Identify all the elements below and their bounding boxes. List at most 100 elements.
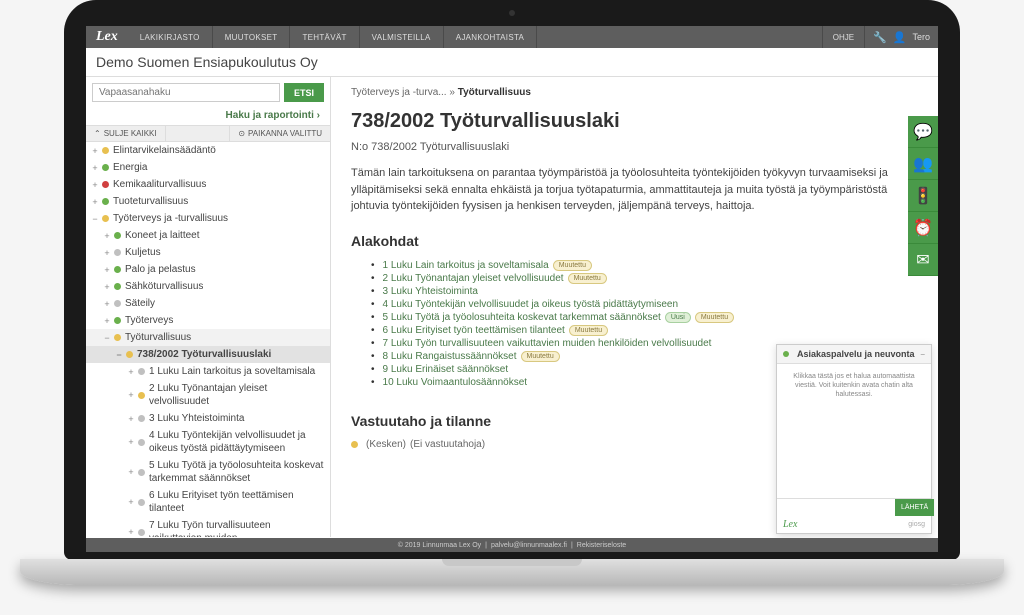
- locate-selected-button[interactable]: ⊙PAIKANNA VALITTU: [229, 126, 330, 141]
- footer-copyright: © 2019 Linnunmaa Lex Oy: [398, 542, 481, 549]
- tree-item-luku7[interactable]: +7 Luku Työn turvallisuuteen vaikuttavie…: [86, 517, 330, 537]
- tree-item-luku3[interactable]: +3 Luku Yhteistoiminta: [86, 410, 330, 427]
- tree-item-luku5[interactable]: +5 Luku Työtä ja työolosuhteita koskevat…: [86, 457, 330, 487]
- alakohdat-heading: Alakohdat: [351, 233, 918, 249]
- minus-icon: −: [102, 333, 112, 343]
- camera-dot: [509, 10, 515, 16]
- traffic-light-icon[interactable]: 🚦: [908, 180, 938, 212]
- user-icon[interactable]: 👤: [893, 31, 907, 44]
- chapter-link[interactable]: •1 Luku Lain tarkoitus ja soveltamisalaM…: [371, 259, 918, 272]
- chat-body-text: Klikkaa tästä jos et halua automaattista…: [777, 364, 931, 498]
- plus-icon: +: [102, 299, 112, 309]
- tree-item-tyoterveys[interactable]: −Työterveys ja -turvallisuus: [86, 210, 330, 227]
- bullet-icon: •: [371, 325, 375, 336]
- nav-ajankohtaista[interactable]: AJANKOHTAISTA: [444, 26, 538, 48]
- plus-icon: +: [126, 437, 136, 447]
- footer-rekisteri[interactable]: Rekisteriseloste: [577, 542, 626, 549]
- chat-provider: giosg: [908, 521, 925, 528]
- tree-item-koneet[interactable]: +Koneet ja laitteet: [86, 227, 330, 244]
- bullet-icon: •: [371, 364, 375, 375]
- chapter-link[interactable]: •3 Luku Yhteistoiminta: [371, 285, 918, 298]
- nav-tehtavat[interactable]: TEHTÄVÄT: [290, 26, 359, 48]
- chapter-label: 10 Luku Voimaantulosäännökset: [383, 377, 528, 388]
- sidebar: ETSI Haku ja raportointi ⌃SULJE KAIKKI ⊙…: [86, 77, 331, 537]
- status-dot: [351, 441, 358, 448]
- plus-icon: +: [126, 497, 136, 507]
- nav-lakikirjasto[interactable]: LAKIKIRJASTO: [128, 26, 213, 48]
- tree-item-tyoturvallisuus[interactable]: −Työturvallisuus: [86, 329, 330, 346]
- nav-muutokset[interactable]: MUUTOKSET: [213, 26, 291, 48]
- chapter-link[interactable]: •2 Luku Työnantajan yleiset velvollisuud…: [371, 272, 918, 285]
- status-dot: [114, 283, 121, 290]
- vastuu-status: (Kesken): [366, 439, 406, 450]
- search-input[interactable]: [92, 83, 280, 102]
- tree-item-kuljetus[interactable]: +Kuljetus: [86, 244, 330, 261]
- chapter-link[interactable]: •5 Luku Työtä ja työolosuhteita koskevat…: [371, 311, 918, 324]
- tree-item-luku1[interactable]: +1 Luku Lain tarkoitus ja soveltamisala: [86, 363, 330, 380]
- status-dot: [126, 351, 133, 358]
- chapter-label: 2 Luku Työnantajan yleiset velvollisuude…: [383, 273, 564, 284]
- plus-icon: +: [126, 414, 136, 424]
- chapter-link[interactable]: •4 Luku Työntekijän velvollisuudet ja oi…: [371, 298, 918, 311]
- haku-raportointi-link[interactable]: Haku ja raportointi: [86, 108, 330, 125]
- tree-item-luku2[interactable]: +2 Luku Työnantajan yleiset velvollisuud…: [86, 380, 330, 410]
- tree-item-sahko[interactable]: +Sähköturvallisuus: [86, 278, 330, 295]
- tree-item-energia[interactable]: +Energia: [86, 159, 330, 176]
- status-dot: [102, 215, 109, 222]
- status-dot: [138, 439, 145, 446]
- mail-icon[interactable]: ✉: [908, 244, 938, 276]
- status-dot: [138, 469, 145, 476]
- collapse-all-button[interactable]: ⌃SULJE KAIKKI: [86, 126, 166, 141]
- status-dot: [114, 249, 121, 256]
- plus-icon: +: [102, 316, 112, 326]
- tree-item-luku6[interactable]: +6 Luku Erityiset työn teettämisen tilan…: [86, 487, 330, 517]
- chat-brand-logo: Lex: [783, 519, 797, 530]
- tree-item-tuote[interactable]: +Tuoteturvallisuus: [86, 193, 330, 210]
- clock-icon[interactable]: ⏰: [908, 212, 938, 244]
- tree-item-738-2002[interactable]: −738/2002 Työturvallisuuslaki: [86, 346, 330, 363]
- chapter-label: 8 Luku Rangaistussäännökset: [383, 351, 517, 362]
- status-dot: [138, 415, 145, 422]
- status-badge: Muutettu: [553, 260, 592, 271]
- chat-input[interactable]: [777, 499, 895, 516]
- plus-icon: +: [90, 146, 100, 156]
- chat-send-button[interactable]: LÄHETÄ: [895, 499, 934, 516]
- user-name[interactable]: Tero: [912, 32, 930, 42]
- chat-icon[interactable]: 💬: [908, 116, 938, 148]
- page-subtitle: N:o 738/2002 Työturvallisuuslaki: [351, 141, 918, 153]
- chapter-link[interactable]: •6 Luku Erityiset työn teettämisen tilan…: [371, 324, 918, 337]
- tree-item-sateily[interactable]: +Säteily: [86, 295, 330, 312]
- tree-item-tyoterveys2[interactable]: +Työterveys: [86, 312, 330, 329]
- status-dot: [114, 317, 121, 324]
- status-dot: [102, 164, 109, 171]
- chapter-label: 4 Luku Työntekijän velvollisuudet ja oik…: [383, 299, 679, 310]
- nav-valmisteilla[interactable]: VALMISTEILLA: [360, 26, 444, 48]
- tree-item-palo[interactable]: +Palo ja pelastus: [86, 261, 330, 278]
- page-title: 738/2002 Työturvallisuuslaki: [351, 110, 918, 133]
- status-dot: [114, 300, 121, 307]
- chapter-label: 3 Luku Yhteistoiminta: [383, 286, 478, 297]
- status-badge: Muutettu: [695, 312, 734, 323]
- search-button[interactable]: ETSI: [284, 83, 324, 102]
- wrench-icon[interactable]: 🔧: [873, 31, 887, 44]
- bullet-icon: •: [371, 260, 375, 271]
- breadcrumb-link[interactable]: Työterveys ja -turva...: [351, 87, 447, 98]
- plus-icon: +: [102, 265, 112, 275]
- status-dot: [138, 392, 145, 399]
- chat-header[interactable]: Asiakaspalvelu ja neuvonta –: [777, 345, 931, 364]
- nav-ohje[interactable]: OHJE: [822, 26, 864, 48]
- laptop-notch: [442, 559, 582, 566]
- logo[interactable]: Lex: [86, 26, 128, 48]
- status-dot: [102, 181, 109, 188]
- plus-icon: +: [126, 390, 136, 400]
- chat-minimize-icon[interactable]: –: [921, 350, 925, 359]
- status-dot: [138, 499, 145, 506]
- users-icon[interactable]: 👥: [908, 148, 938, 180]
- tree-item-elintarvike[interactable]: +Elintarvikelainsäädäntö: [86, 142, 330, 159]
- footer-email[interactable]: palvelu@linnunmaalex.fi: [491, 542, 567, 549]
- tree-item-luku4[interactable]: +4 Luku Työntekijän velvollisuudet ja oi…: [86, 427, 330, 457]
- tree-item-kemikaali[interactable]: +Kemikaaliturvallisuus: [86, 176, 330, 193]
- law-tree[interactable]: +Elintarvikelainsäädäntö +Energia +Kemik…: [86, 142, 330, 537]
- chapter-label: 9 Luku Erinäiset säännökset: [383, 364, 509, 375]
- footer: © 2019 Linnunmaa Lex Oy | palvelu@linnun…: [86, 538, 938, 552]
